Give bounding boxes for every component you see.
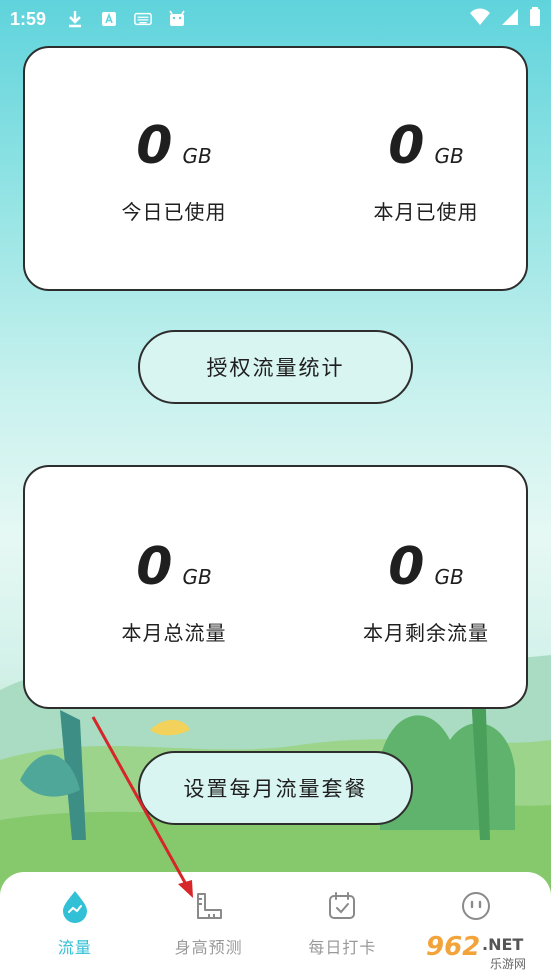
today-usage-unit: GB <box>182 144 212 168</box>
watermark-logo-text: 962 <box>426 932 480 962</box>
status-time: 1:59 <box>10 8 47 29</box>
nav-item-traffic[interactable]: 流量 <box>15 872 135 979</box>
usage-card: 0 GB 今日已使用 0 GB 本月已使用 <box>23 46 528 291</box>
watermark-net-text: .NET <box>482 935 523 954</box>
status-bar: 1:59 <box>0 0 551 38</box>
site-watermark-logo: 962 .NET 乐游网 <box>420 928 545 972</box>
total-traffic-stat: 0 GB 本月总流量 <box>74 541 274 646</box>
calendar-check-icon <box>324 888 360 924</box>
ruler-icon <box>191 888 227 924</box>
plan-card: 0 GB 本月总流量 0 GB 本月剩余流量 <box>23 465 528 709</box>
nav-item-daily-checkin[interactable]: 每日打卡 <box>282 872 402 979</box>
today-usage-stat: 0 GB 今日已使用 <box>74 120 274 225</box>
authorize-traffic-stats-button[interactable]: 授权流量统计 <box>138 330 413 404</box>
total-traffic-label: 本月总流量 <box>121 621 227 645</box>
month-usage-unit: GB <box>434 144 464 168</box>
nav-item-height-prediction[interactable]: 身高预测 <box>149 872 269 979</box>
month-usage-stat: 0 GB 本月已使用 <box>326 120 526 225</box>
nav-label-traffic: 流量 <box>57 938 92 957</box>
wifi-icon <box>469 8 491 30</box>
nav-label-height-prediction: 身高预测 <box>174 938 243 957</box>
download-icon <box>66 10 84 28</box>
keyboard-icon <box>134 10 152 28</box>
remaining-traffic-label: 本月剩余流量 <box>363 621 489 645</box>
set-monthly-plan-button[interactable]: 设置每月流量套餐 <box>138 751 413 825</box>
total-traffic-unit: GB <box>182 565 212 589</box>
total-traffic-value: 0 <box>136 537 173 597</box>
remaining-traffic-unit: GB <box>434 565 464 589</box>
water-drop-icon <box>57 888 93 924</box>
month-usage-label: 本月已使用 <box>373 200 479 224</box>
watermark-sub-text: 乐游网 <box>490 957 526 971</box>
remaining-traffic-value: 0 <box>388 537 425 597</box>
today-usage-label: 今日已使用 <box>121 200 227 224</box>
a-icon <box>100 10 118 28</box>
month-usage-value: 0 <box>388 116 425 176</box>
signal-icon <box>501 8 519 30</box>
nav-label-daily-checkin: 每日打卡 <box>308 938 377 957</box>
android-icon <box>168 10 186 28</box>
face-icon <box>458 888 494 924</box>
today-usage-value: 0 <box>136 116 173 176</box>
remaining-traffic-stat: 0 GB 本月剩余流量 <box>326 541 526 646</box>
battery-icon <box>529 7 541 31</box>
